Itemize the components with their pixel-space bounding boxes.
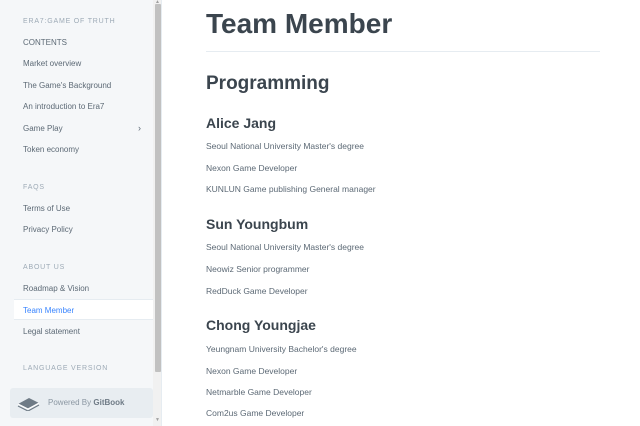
member-name: Sun Youngbum — [206, 216, 309, 232]
member-detail: Nexon Game Developer — [206, 163, 298, 173]
gitbook-icon — [17, 398, 40, 411]
sidebar-item-contents[interactable]: CONTENTS — [14, 32, 154, 53]
powered-by-label: Powered By — [48, 398, 92, 407]
sidebar-item-token-economy[interactable]: Token economy — [14, 139, 154, 160]
sidebar: ERA7:GAME OF TRUTH CONTENTS Market overv… — [0, 0, 162, 426]
gitbook-brand-label: GitBook — [93, 398, 125, 407]
sidebar-item-game-play[interactable]: Game Play › — [14, 118, 154, 139]
chevron-right-icon[interactable]: › — [138, 118, 141, 139]
sidebar-item-games-background[interactable]: The Game's Background — [14, 75, 154, 96]
sidebar-item-market-overview[interactable]: Market overview — [14, 53, 154, 74]
main-content: Team Member Programming Alice Jang Seoul… — [162, 0, 640, 426]
sidebar-item-team-member[interactable]: Team Member — [14, 299, 154, 320]
member-detail: Yeungnam University Bachelor's degree — [206, 344, 357, 354]
scroll-down-arrow-icon[interactable]: ▼ — [155, 417, 160, 423]
sidebar-section-title: ABOUT US — [23, 264, 66, 271]
sidebar-item-terms-of-use[interactable]: Terms of Use — [14, 198, 154, 219]
sidebar-section-title: LANGUAGE VERSION — [23, 365, 109, 372]
powered-by-gitbook[interactable]: Powered By GitBook — [10, 388, 153, 418]
title-divider — [206, 51, 600, 52]
member-detail: KUNLUN Game publishing General manager — [206, 184, 376, 194]
sidebar-section-title: ERA7:GAME OF TRUTH — [23, 18, 116, 25]
sidebar-item-introduction[interactable]: An introduction to Era7 — [14, 96, 154, 117]
section-heading: Programming — [206, 73, 330, 94]
member-detail: Neowiz Senior programmer — [206, 264, 310, 274]
member-detail: Seoul National University Master's degre… — [206, 141, 365, 151]
sidebar-item-label: Game Play — [23, 124, 63, 133]
member-detail: RedDuck Game Developer — [206, 286, 308, 296]
page-title: Team Member — [206, 8, 393, 39]
member-detail: Seoul National University Master's degre… — [206, 242, 365, 252]
member-detail: Nexon Game Developer — [206, 366, 298, 376]
member-detail: Com2us Game Developer — [206, 408, 305, 418]
member-detail: Netmarble Game Developer — [206, 387, 312, 397]
scroll-up-arrow-icon[interactable]: ▲ — [155, 0, 160, 5]
sidebar-item-privacy-policy[interactable]: Privacy Policy — [14, 219, 154, 240]
sidebar-scrollbar-thumb[interactable] — [155, 4, 161, 372]
member-name: Alice Jang — [206, 115, 277, 131]
sidebar-section-title: FAQS — [23, 184, 45, 191]
sidebar-item-legal-statement[interactable]: Legal statement — [14, 321, 154, 342]
sidebar-item-roadmap-vision[interactable]: Roadmap & Vision — [14, 278, 154, 299]
member-name: Chong Youngjae — [206, 317, 316, 333]
